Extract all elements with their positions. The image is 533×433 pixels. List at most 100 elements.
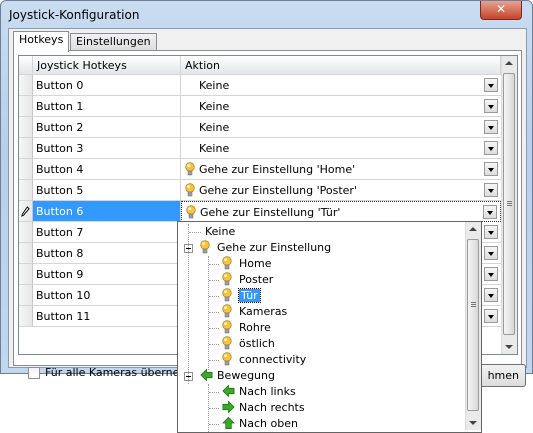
hotkey-cell[interactable]: Button 10 bbox=[33, 285, 181, 306]
tree-item-label: Tür bbox=[238, 288, 261, 303]
lightbulb-icon bbox=[185, 183, 195, 197]
dropdown-arrow-button[interactable] bbox=[484, 183, 498, 197]
table-row[interactable]: Button 2 Keine bbox=[19, 117, 501, 138]
row-header-corner bbox=[19, 56, 33, 75]
tab-hotkeys[interactable]: Hotkeys bbox=[13, 31, 70, 52]
tree-item[interactable]: Nach oben bbox=[222, 416, 298, 432]
grip-line bbox=[507, 201, 512, 202]
tree-item[interactable]: connectivity bbox=[222, 352, 306, 368]
scroll-up-arrow-icon[interactable] bbox=[505, 61, 513, 65]
hotkey-cell[interactable]: Button 11 bbox=[33, 306, 181, 327]
table-row[interactable]: Button 0 Keine bbox=[19, 75, 501, 96]
row-header[interactable] bbox=[19, 222, 33, 243]
tree-item[interactable]: Nach rechts bbox=[222, 400, 305, 416]
scroll-up-arrow-icon[interactable] bbox=[469, 227, 477, 231]
action-cell[interactable]: Gehe zur Einstellung 'Poster' bbox=[181, 180, 501, 201]
action-cell[interactable]: Keine bbox=[181, 96, 501, 117]
window-title: Joystick-Konfiguration bbox=[9, 8, 140, 22]
tree-item-label: Gehe zur Einstellung bbox=[217, 241, 332, 254]
row-header[interactable] bbox=[19, 117, 33, 138]
close-button[interactable]: ✕ bbox=[480, 1, 522, 20]
tree-item[interactable]: Rohre bbox=[222, 320, 271, 336]
hotkey-cell[interactable]: Button 0 bbox=[33, 75, 181, 96]
tree-item-label: Nach oben bbox=[239, 417, 298, 430]
dropdown-arrow-button[interactable] bbox=[484, 141, 498, 155]
dropdown-scrollbar[interactable] bbox=[465, 222, 481, 430]
arrow-left-icon bbox=[222, 384, 235, 398]
tree-item[interactable]: Home bbox=[222, 256, 271, 272]
action-label: Keine bbox=[199, 142, 230, 155]
hotkey-cell[interactable]: Button 4 bbox=[33, 159, 181, 180]
arrow-left-icon bbox=[200, 368, 213, 382]
tree-item[interactable]: Poster bbox=[222, 272, 273, 288]
dropdown-arrow-button[interactable] bbox=[484, 78, 498, 92]
apply-all-checkbox[interactable] bbox=[28, 367, 40, 379]
tree-item[interactable]: Keine bbox=[205, 224, 235, 240]
dropdown-scroll-thumb[interactable] bbox=[467, 239, 479, 411]
row-header[interactable] bbox=[19, 138, 33, 159]
column-header-aktion[interactable]: Aktion bbox=[181, 56, 501, 75]
row-header[interactable] bbox=[19, 264, 33, 285]
row-header[interactable] bbox=[19, 96, 33, 117]
grid-scrollbar[interactable] bbox=[501, 56, 517, 354]
dropdown-arrow-button[interactable] bbox=[483, 205, 497, 219]
lightbulb-icon bbox=[186, 205, 196, 219]
row-header[interactable] bbox=[19, 243, 33, 264]
dropdown-arrow-button[interactable] bbox=[484, 162, 498, 176]
row-header[interactable] bbox=[19, 159, 33, 180]
table-row[interactable]: Button 4 Gehe zur Einstellung 'Home' bbox=[19, 159, 501, 180]
column-header-hotkeys[interactable]: Joystick Hotkeys bbox=[33, 56, 181, 75]
row-header[interactable] bbox=[19, 180, 33, 201]
tree-connector bbox=[209, 312, 219, 313]
row-header[interactable] bbox=[19, 306, 33, 327]
tree-item[interactable]: Kameras bbox=[222, 304, 287, 320]
tree-item[interactable]: Tür bbox=[222, 288, 261, 304]
row-header[interactable] bbox=[19, 75, 33, 96]
tree-connector bbox=[208, 256, 209, 370]
action-dropdown-tree[interactable]: Keine Gehe zur Einstellung Home Poster Tür Ka… bbox=[177, 221, 482, 433]
action-cell[interactable]: Gehe zur Einstellung 'Tür' bbox=[181, 201, 501, 222]
hotkey-cell[interactable]: Button 6 bbox=[33, 201, 181, 222]
lightbulb-icon bbox=[222, 304, 235, 318]
tree-item[interactable]: Gehe zur Einstellung bbox=[200, 240, 331, 256]
dropdown-arrow-button[interactable] bbox=[484, 246, 498, 260]
scroll-down-arrow-icon[interactable] bbox=[469, 421, 477, 425]
dropdown-arrow-button[interactable] bbox=[484, 225, 498, 239]
scroll-down-arrow-icon[interactable] bbox=[505, 345, 513, 349]
row-header[interactable] bbox=[19, 285, 33, 306]
hotkey-cell[interactable]: Button 2 bbox=[33, 117, 181, 138]
scroll-thumb[interactable] bbox=[503, 73, 515, 335]
row-header[interactable] bbox=[19, 201, 33, 222]
dropdown-arrow-button[interactable] bbox=[484, 288, 498, 302]
hotkey-cell[interactable]: Button 1 bbox=[33, 96, 181, 117]
table-row[interactable]: Button 1 Keine bbox=[19, 96, 501, 117]
tree-item-label: Nach rechts bbox=[239, 401, 305, 414]
tree-item[interactable]: östlich bbox=[222, 336, 275, 352]
tree-connector bbox=[209, 392, 219, 393]
tree-item[interactable]: Nach links bbox=[222, 384, 296, 400]
lightbulb-icon bbox=[222, 256, 235, 270]
action-label: Gehe zur Einstellung 'Tür' bbox=[200, 206, 341, 219]
tree-item[interactable]: Bewegung bbox=[200, 368, 275, 384]
grip-line bbox=[507, 205, 512, 206]
tree-item-label: Keine bbox=[205, 225, 236, 238]
table-row[interactable]: Button 6 Gehe zur Einstellung 'Tür' bbox=[19, 201, 501, 222]
action-cell[interactable]: Keine bbox=[181, 138, 501, 159]
lightbulb-icon bbox=[222, 288, 235, 302]
action-cell[interactable]: Gehe zur Einstellung 'Home' bbox=[181, 159, 501, 180]
hotkey-cell[interactable]: Button 9 bbox=[33, 264, 181, 285]
tree-connector bbox=[188, 224, 189, 384]
dropdown-arrow-button[interactable] bbox=[484, 99, 498, 113]
action-cell[interactable]: Keine bbox=[181, 75, 501, 96]
hotkey-cell[interactable]: Button 3 bbox=[33, 138, 181, 159]
action-cell[interactable]: Keine bbox=[181, 117, 501, 138]
dropdown-arrow-button[interactable] bbox=[484, 120, 498, 134]
dropdown-arrow-button[interactable] bbox=[484, 309, 498, 323]
hotkey-cell[interactable]: Button 7 bbox=[33, 222, 181, 243]
hotkey-cell[interactable]: Button 8 bbox=[33, 243, 181, 264]
dropdown-arrow-button[interactable] bbox=[484, 267, 498, 281]
table-row[interactable]: Button 5 Gehe zur Einstellung 'Poster' bbox=[19, 180, 501, 201]
hotkey-cell[interactable]: Button 5 bbox=[33, 180, 181, 201]
table-row[interactable]: Button 3 Keine bbox=[19, 138, 501, 159]
lightbulb-icon bbox=[222, 336, 235, 350]
